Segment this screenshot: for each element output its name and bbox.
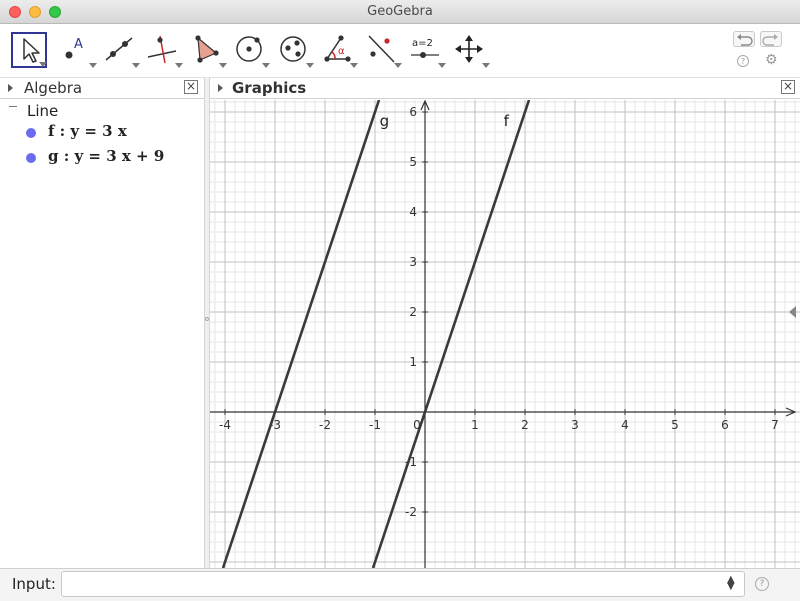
visibility-toggle-icon[interactable] xyxy=(26,128,36,138)
circle-three-points-icon xyxy=(280,36,306,62)
visibility-toggle-icon[interactable] xyxy=(26,153,36,163)
circle-center-point-tool-button[interactable] xyxy=(233,33,270,68)
angle-icon: α xyxy=(324,35,351,62)
move-graphics-view-tool-button[interactable] xyxy=(453,33,490,68)
tool-menu-arrow-icon xyxy=(175,63,183,68)
circle-three-points-tool-button[interactable] xyxy=(277,33,314,68)
expand-arrow-icon[interactable] xyxy=(8,84,13,92)
algebra-panel-title: Algebra xyxy=(24,79,83,97)
tool-menu-arrow-icon xyxy=(482,63,490,68)
splitter-grip-icon[interactable] xyxy=(205,317,209,321)
tool-menu-arrow-icon xyxy=(132,63,140,68)
x-tick-label: 3 xyxy=(571,418,579,432)
x-tick-label: 7 xyxy=(771,418,779,432)
x-tick-label: 4 xyxy=(621,418,629,432)
input-history-stepper-icon[interactable]: ▲ ▼ xyxy=(727,575,735,592)
x-tick-label: 2 xyxy=(521,418,529,432)
x-tick-label: -1 xyxy=(369,418,381,432)
y-tick-label: -2 xyxy=(405,505,417,519)
tool-menu-arrow-icon xyxy=(438,63,446,68)
line-label-f[interactable]: f xyxy=(504,112,510,130)
tool-menu-arrow-icon xyxy=(219,63,227,68)
algebra-panel-header[interactable]: Algebra × xyxy=(0,77,205,99)
window-title: GeoGebra xyxy=(367,4,433,19)
polygon-tool-button[interactable] xyxy=(190,33,227,68)
side-panel-toggle-icon[interactable] xyxy=(789,306,796,318)
close-algebra-panel-icon[interactable]: × xyxy=(184,80,198,94)
line-through-points-icon xyxy=(105,37,133,61)
y-tick-label: 1 xyxy=(409,355,417,369)
geogebra-window: GeoGebra A α a=2 ? ⚙ Algebra × Graphics … xyxy=(0,0,800,601)
graphics-panel-header[interactable]: Graphics × xyxy=(210,77,800,99)
redo-button[interactable] xyxy=(760,31,782,47)
polygon-icon xyxy=(195,35,219,63)
input-label: Input: xyxy=(12,575,56,593)
y-tick-label: 3 xyxy=(409,255,417,269)
x-tick-label: 1 xyxy=(471,418,479,432)
tool-menu-arrow-icon xyxy=(350,63,358,68)
line-label-g[interactable]: g xyxy=(380,112,390,130)
point-tool-button[interactable]: A xyxy=(60,33,97,68)
collapse-group-icon[interactable] xyxy=(9,106,17,107)
expand-arrow-icon[interactable] xyxy=(218,84,223,92)
y-tick-label: 4 xyxy=(409,205,417,219)
tool-menu-arrow-icon xyxy=(394,63,402,68)
slider-icon: a=2 xyxy=(411,38,439,58)
algebra-group-label: Line xyxy=(27,102,59,120)
tool-menu-arrow-icon xyxy=(89,63,97,68)
undo-button[interactable] xyxy=(733,31,755,47)
toolbar: A α a=2 ? ⚙ xyxy=(0,25,800,77)
x-tick-label: -2 xyxy=(319,418,331,432)
function-lines[interactable] xyxy=(221,100,531,568)
reflect-tool-button[interactable] xyxy=(365,33,402,68)
angle-tool-button[interactable]: α xyxy=(321,33,358,68)
x-tick-label: -4 xyxy=(219,418,231,432)
move-tool-button[interactable] xyxy=(11,32,47,68)
graphics-view[interactable]: -4 -3 -2 -1 0 1 2 3 4 5 6 7 -2 -1 1 2 3 4 5 6 f g xyxy=(210,100,800,568)
settings-gear-icon[interactable]: ⚙ xyxy=(765,53,778,67)
algebra-item-text[interactable]: f : y = 3 x xyxy=(48,122,127,140)
redo-icon xyxy=(762,34,778,46)
y-tick-label: 6 xyxy=(409,105,417,119)
function-line-g[interactable] xyxy=(221,100,381,568)
perpendicular-line-tool-button[interactable] xyxy=(146,33,183,68)
reflect-about-line-icon xyxy=(368,35,395,63)
graphics-canvas[interactable]: -4 -3 -2 -1 0 1 2 3 4 5 6 7-2-1123456 f g xyxy=(210,100,800,568)
svg-text:A: A xyxy=(74,37,83,52)
svg-text:α: α xyxy=(338,46,345,57)
y-tick-label: 2 xyxy=(409,305,417,319)
slider-tool-button[interactable]: a=2 xyxy=(409,33,446,68)
tool-menu-arrow-icon xyxy=(306,63,314,68)
x-tick-label: 5 xyxy=(671,418,679,432)
algebra-item-text[interactable]: g : y = 3 x + 9 xyxy=(48,147,164,165)
x-tick-label: 6 xyxy=(721,418,729,432)
algebra-view: Line f : y = 3 x g : y = 3 x + 9 xyxy=(0,100,204,568)
move-arrows-icon xyxy=(455,35,483,63)
svg-text:a=2: a=2 xyxy=(412,38,433,49)
input-help-icon[interactable]: ? xyxy=(755,577,769,591)
title-bar: GeoGebra xyxy=(0,0,800,24)
point-icon: A xyxy=(65,37,83,59)
close-graphics-panel-icon[interactable]: × xyxy=(781,80,795,94)
tool-menu-arrow-icon xyxy=(262,63,270,68)
axes xyxy=(210,100,797,568)
tool-menu-arrow-icon xyxy=(39,62,47,67)
help-icon[interactable]: ? xyxy=(737,55,749,67)
y-tick-label: 5 xyxy=(409,155,417,169)
circle-with-center-icon xyxy=(236,36,262,62)
line-tool-button[interactable] xyxy=(103,33,140,68)
function-line-f[interactable] xyxy=(371,100,531,568)
graphics-panel-title: Graphics xyxy=(232,79,307,97)
undo-icon xyxy=(737,34,753,46)
perpendicular-line-icon xyxy=(147,35,177,64)
input-field[interactable] xyxy=(61,571,745,597)
input-bar: Input: ▲ ▼ ? xyxy=(0,568,800,601)
